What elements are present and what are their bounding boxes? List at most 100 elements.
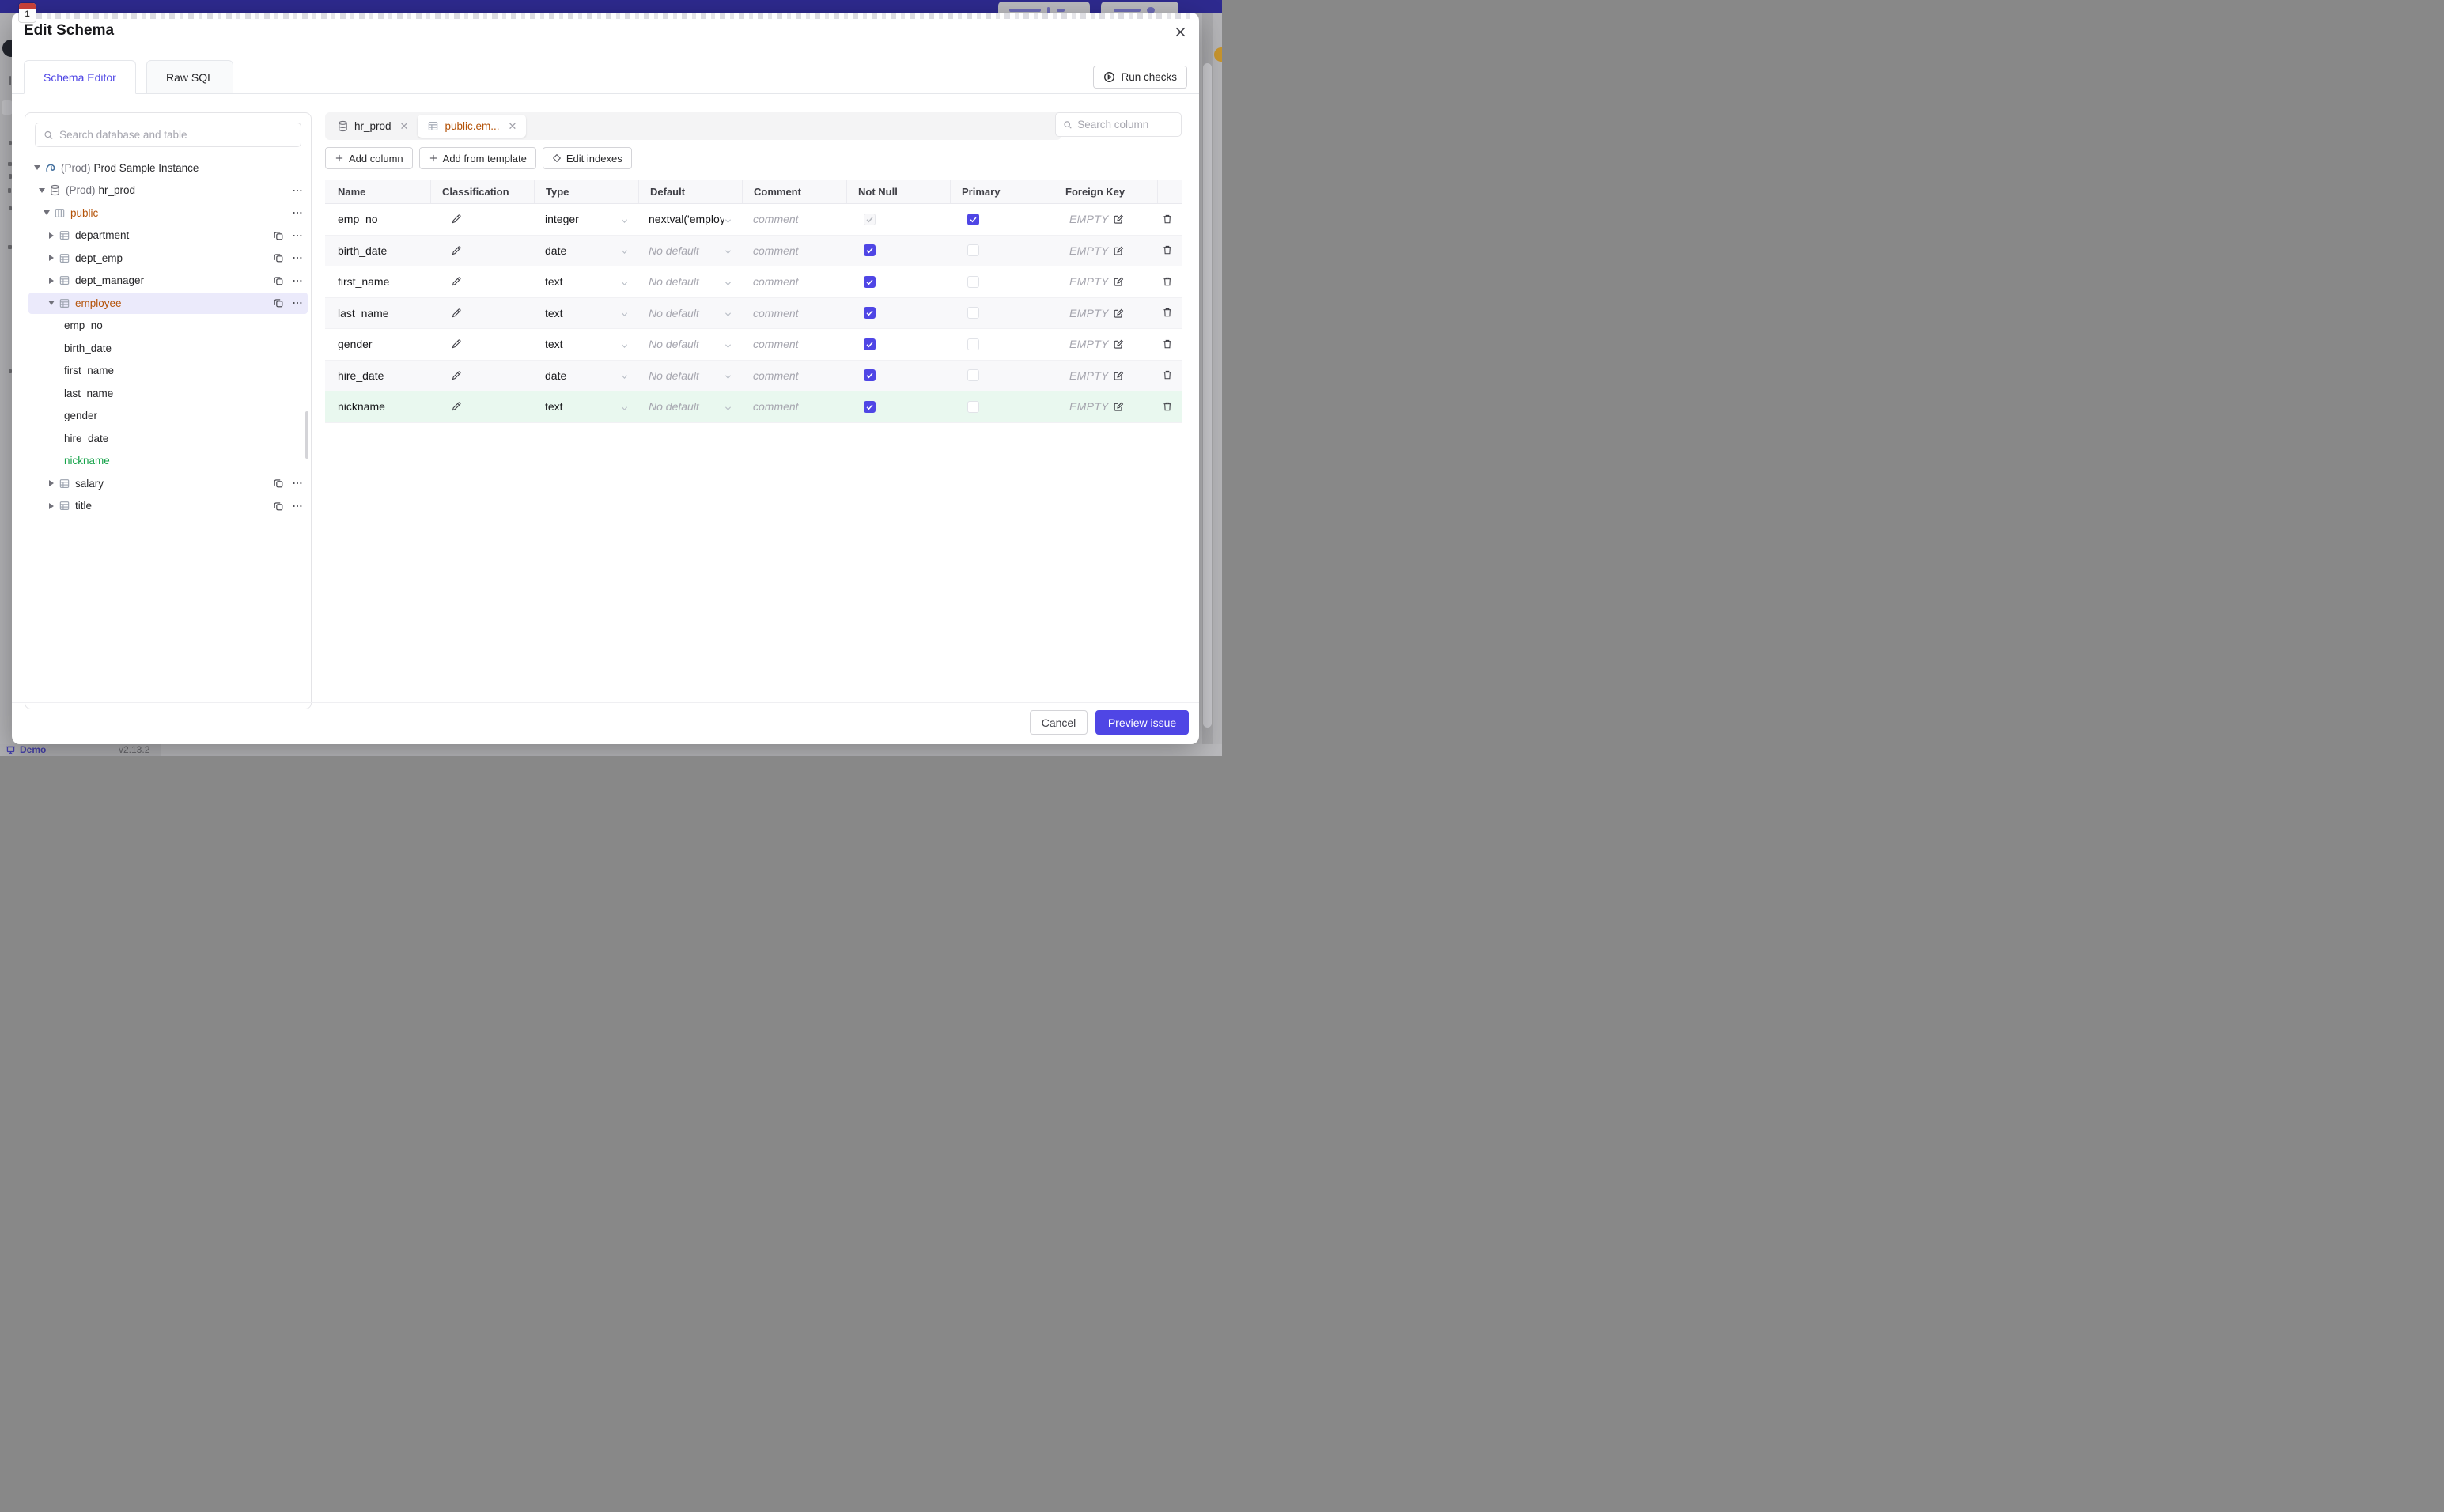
classification-edit-icon[interactable]	[451, 308, 462, 319]
foreign-key-cell[interactable]: EMPTY	[1054, 391, 1157, 422]
comment-input[interactable]: comment	[742, 236, 846, 266]
foreign-key-cell[interactable]: EMPTY	[1054, 266, 1157, 297]
tree-node-dept_emp[interactable]: dept_emp	[25, 247, 311, 270]
foreign-key-cell[interactable]: EMPTY	[1054, 361, 1157, 391]
comment-input[interactable]: comment	[742, 298, 846, 329]
default-select[interactable]: No default	[638, 266, 742, 297]
not-null-checkbox[interactable]	[864, 213, 876, 225]
not-null-checkbox[interactable]	[864, 307, 876, 319]
classification-edit-icon[interactable]	[451, 214, 462, 225]
more-actions-icon[interactable]	[292, 275, 303, 286]
more-actions-icon[interactable]	[292, 297, 303, 308]
tree-node-employee[interactable]: employee	[25, 292, 311, 315]
delete-column-icon[interactable]	[1162, 307, 1173, 319]
duplicate-table-icon[interactable]	[273, 501, 284, 512]
tree-scrollbar-thumb[interactable]	[305, 411, 308, 459]
tree-node-first_name[interactable]: first_name	[25, 360, 311, 383]
type-select[interactable]: date	[534, 236, 638, 266]
foreign-key-cell[interactable]: EMPTY	[1054, 236, 1157, 266]
duplicate-table-icon[interactable]	[273, 297, 284, 308]
primary-checkbox[interactable]	[967, 275, 979, 288]
column-name-cell[interactable]: hire_date	[325, 361, 430, 391]
tree-node-last_name[interactable]: last_name	[25, 382, 311, 405]
classification-edit-icon[interactable]	[451, 245, 462, 256]
column-name-cell[interactable]: birth_date	[325, 236, 430, 266]
primary-checkbox[interactable]	[967, 369, 979, 382]
default-select[interactable]: No default	[638, 236, 742, 266]
edit-indexes-button[interactable]: Edit indexes	[542, 147, 632, 169]
tree-search-input[interactable]	[59, 129, 293, 141]
tree-node-hr_prod[interactable]: (Prod) hr_prod	[25, 180, 311, 202]
column-name-cell[interactable]: gender	[325, 329, 430, 360]
column-name-cell[interactable]: last_name	[325, 298, 430, 329]
duplicate-table-icon[interactable]	[273, 230, 284, 241]
not-null-checkbox[interactable]	[864, 369, 876, 382]
primary-checkbox[interactable]	[967, 307, 979, 319]
comment-input[interactable]: comment	[742, 361, 846, 391]
type-select[interactable]: text	[534, 298, 638, 329]
duplicate-table-icon[interactable]	[273, 252, 284, 263]
classification-edit-icon[interactable]	[451, 338, 462, 350]
more-actions-icon[interactable]	[292, 230, 303, 241]
close-icon[interactable]	[1175, 26, 1186, 38]
primary-checkbox[interactable]	[967, 244, 979, 257]
default-select[interactable]: No default	[638, 298, 742, 329]
type-select[interactable]: text	[534, 266, 638, 297]
tree-node-salary[interactable]: salary	[25, 472, 311, 495]
default-select[interactable]: nextval('employ	[638, 204, 742, 235]
delete-column-icon[interactable]	[1162, 244, 1173, 256]
type-select[interactable]: text	[534, 391, 638, 422]
primary-checkbox[interactable]	[967, 338, 979, 350]
close-tab-icon[interactable]: ✕	[508, 120, 516, 133]
tree-node-hire_date[interactable]: hire_date	[25, 427, 311, 450]
more-actions-icon[interactable]	[292, 185, 303, 196]
column-name-cell[interactable]: nickname	[325, 391, 430, 422]
page-scrollbar-thumb[interactable]	[1203, 63, 1212, 728]
comment-input[interactable]: comment	[742, 204, 846, 235]
more-actions-icon[interactable]	[292, 207, 303, 218]
open-tab-publicem[interactable]: public.em... ✕	[418, 115, 527, 138]
cancel-button[interactable]: Cancel	[1030, 710, 1088, 735]
run-checks-button[interactable]: Run checks	[1093, 66, 1187, 89]
default-select[interactable]: No default	[638, 391, 742, 422]
add-column-button[interactable]: Add column	[325, 147, 413, 169]
classification-edit-icon[interactable]	[451, 276, 462, 287]
tree-node-birth_date[interactable]: birth_date	[25, 337, 311, 360]
duplicate-table-icon[interactable]	[273, 275, 284, 286]
delete-column-icon[interactable]	[1162, 401, 1173, 413]
not-null-checkbox[interactable]	[864, 338, 876, 350]
type-select[interactable]: text	[534, 329, 638, 360]
type-select[interactable]: date	[534, 361, 638, 391]
tree-node-public[interactable]: public	[25, 202, 311, 225]
column-name-cell[interactable]: emp_no	[325, 204, 430, 235]
add-from-template-button[interactable]: Add from template	[418, 147, 536, 169]
tab-raw-sql[interactable]: Raw SQL	[146, 60, 233, 94]
tree-node-title[interactable]: title	[25, 495, 311, 518]
delete-column-icon[interactable]	[1162, 214, 1173, 225]
tree-node-dept_manager[interactable]: dept_manager	[25, 270, 311, 293]
foreign-key-cell[interactable]: EMPTY	[1054, 329, 1157, 360]
tree-node-department[interactable]: department	[25, 225, 311, 248]
delete-column-icon[interactable]	[1162, 276, 1173, 288]
delete-column-icon[interactable]	[1162, 338, 1173, 350]
more-actions-icon[interactable]	[292, 478, 303, 489]
open-tab-hr_prod[interactable]: hr_prod ✕	[327, 115, 418, 138]
default-select[interactable]: No default	[638, 329, 742, 360]
tree-search[interactable]	[35, 123, 301, 147]
duplicate-table-icon[interactable]	[273, 478, 284, 489]
more-actions-icon[interactable]	[292, 252, 303, 263]
delete-column-icon[interactable]	[1162, 369, 1173, 381]
preview-issue-button[interactable]: Preview issue	[1095, 710, 1189, 735]
column-search[interactable]	[1055, 112, 1182, 137]
column-search-input[interactable]	[1077, 119, 1174, 130]
tab-schema-editor[interactable]: Schema Editor	[24, 60, 136, 94]
tree-node-Prod Sample Instance[interactable]: (Prod) Prod Sample Instance	[25, 157, 311, 180]
default-select[interactable]: No default	[638, 361, 742, 391]
tree-node-nickname[interactable]: nickname	[25, 450, 311, 473]
primary-checkbox[interactable]	[967, 400, 979, 413]
more-actions-icon[interactable]	[292, 501, 303, 512]
not-null-checkbox[interactable]	[864, 400, 876, 413]
close-tab-icon[interactable]: ✕	[400, 120, 409, 133]
tree-node-gender[interactable]: gender	[25, 405, 311, 428]
column-name-cell[interactable]: first_name	[325, 266, 430, 297]
